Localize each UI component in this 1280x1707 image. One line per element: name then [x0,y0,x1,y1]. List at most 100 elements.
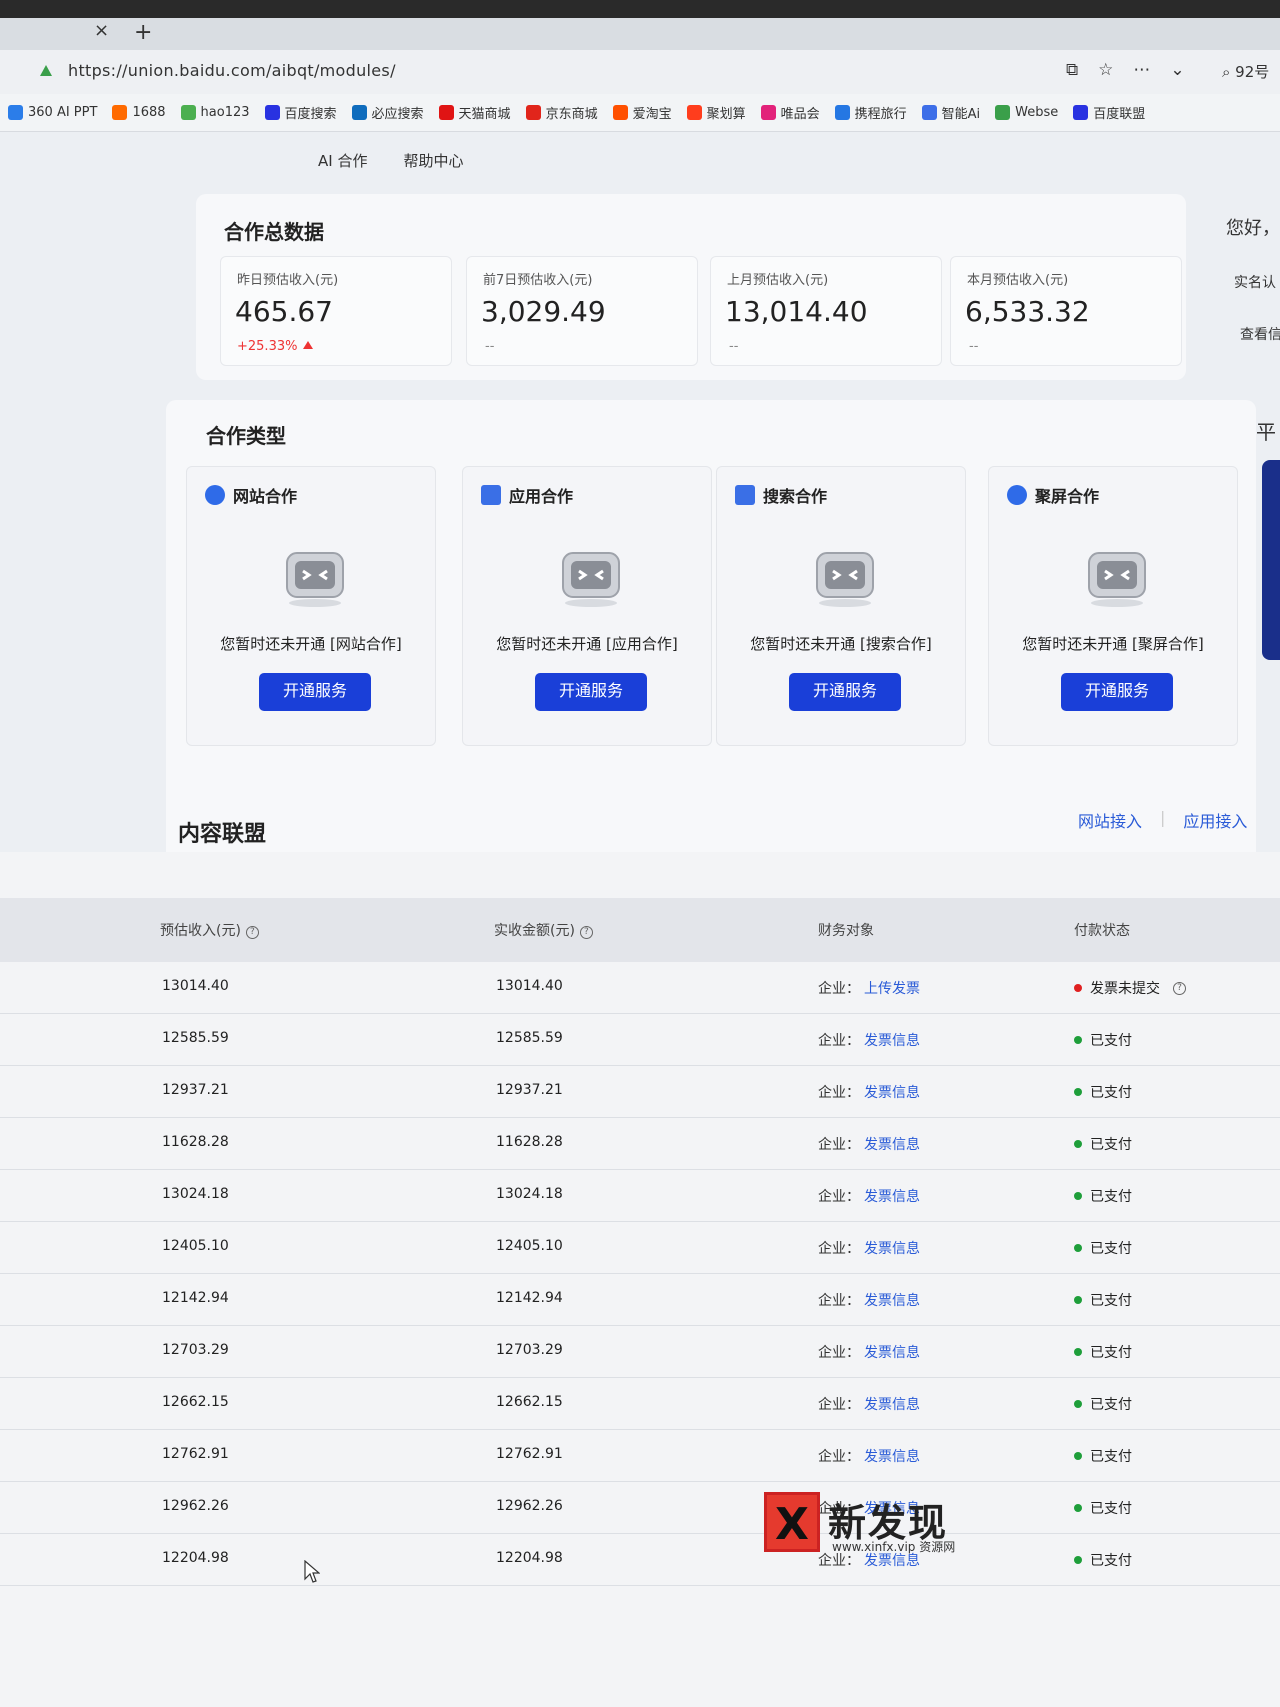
bookmark-item[interactable]: 聚划算 [686,103,746,122]
bookmark-icon [921,105,937,120]
table-header: 预估收入(元)? 实收金额(元)? 财务对象 付款状态 [0,898,1280,962]
new-tab-icon[interactable]: + [134,20,152,45]
watermark-logo: X [764,1492,820,1552]
chevron-down-icon[interactable]: ⌄ [1170,60,1184,80]
more-icon[interactable]: ⋯ [1133,60,1150,80]
coop-name: 搜索合作 [763,487,828,506]
invoice-link[interactable]: 发票信息 [864,1189,920,1205]
payment-status: 已支付 [1074,1134,1132,1154]
bookmark-icon [180,105,196,120]
bookmark-item[interactable]: Webse [995,105,1058,120]
bookmark-item[interactable]: 百度搜索 [264,103,337,122]
coop-empty-message: 您暂时还未开通 [搜索合作] [750,635,932,653]
summary-title: 合作总数据 [224,220,324,244]
invoice-link[interactable]: 发票信息 [864,1397,920,1413]
bookmark-label: hao123 [200,105,250,120]
bookmark-item[interactable]: 京东商城 [525,103,598,122]
finance-target-cell: 企业： 发票信息 [818,1290,920,1310]
arrow-up-icon [303,341,314,349]
watermark-url: www.xinfx.vip 资源网 [832,1540,956,1554]
nav-ai[interactable]: AI 合作 [318,150,367,171]
bookmark-item[interactable]: 百度联盟 [1073,103,1145,122]
bookmark-item[interactable]: 360 AI PPT [8,105,97,120]
bookmark-label: 聚划算 [706,107,746,122]
status-dot-icon [1074,1140,1082,1148]
enterprise-label: 企业： [818,981,860,997]
actual-amount-cell: 12405.10 [496,1238,563,1254]
invoice-link[interactable]: 发票信息 [864,1241,920,1257]
real-name-link[interactable]: 实名认 [1234,272,1276,292]
coop-card-4: 聚屏合作 您暂时还未开通 [聚屏合作] 开通服务 [988,466,1238,746]
est-income-cell: 12762.91 [162,1446,229,1462]
payment-status: 已支付 [1074,1082,1132,1102]
bookmark-item[interactable]: hao123 [180,105,250,120]
invoice-link[interactable]: 发票信息 [864,1033,920,1049]
open-service-button[interactable]: 开通服务 [535,673,647,711]
stat-value: 6,533.32 [965,295,1090,328]
actual-amount-cell: 13024.18 [496,1186,563,1202]
bookmark-label: 携程旅行 [854,107,907,122]
help-icon[interactable]: ? [579,926,593,939]
open-service-button[interactable]: 开通服务 [789,673,901,711]
bookmark-item[interactable]: 智能Ai [921,103,980,122]
view-info-link[interactable]: 查看信 [1240,324,1280,344]
bookmarks-bar: 360 AI PPT 1688 hao123 百度搜索 必应搜索 天猫商城 京东商城 爱淘宝 聚… [0,94,1280,132]
finance-target-cell: 企业： 发票信息 [818,1030,920,1050]
bookmark-item[interactable]: 必应搜索 [351,103,424,122]
header-fin: 财务对象 [818,923,874,939]
table-row: 12405.10 12405.10 企业： 发票信息 已支付 [0,1222,1280,1274]
reader-icon[interactable]: ⧉ [1066,60,1078,80]
nav-help[interactable]: 帮助中心 [403,150,463,171]
bookmark-icon [1073,105,1089,120]
side-banner[interactable] [1262,460,1280,660]
status-dot-icon [1074,1452,1082,1460]
platform-label: 平 [1256,420,1276,444]
lock-icon [40,65,52,76]
open-service-button[interactable]: 开通服务 [1061,673,1173,711]
address-bar[interactable]: https://union.baidu.com/aibqt/modules/ ⧉… [0,50,1280,94]
stat-card: 上月预估收入(元) 13,014.40 -- [710,256,942,366]
coop-card-2: 应用合作 您暂时还未开通 [应用合作] 开通服务 [462,466,712,746]
close-tab-icon[interactable]: × [94,20,109,41]
est-income-cell: 13024.18 [162,1186,229,1202]
stat-change: -- [485,339,495,354]
actual-amount-cell: 12703.29 [496,1342,563,1358]
finance-target-cell: 企业： 发票信息 [818,1394,920,1414]
bookmark-label: 爱淘宝 [632,107,672,122]
help-icon[interactable]: ? [1173,981,1186,995]
est-income-cell: 12962.26 [162,1498,229,1514]
invoice-link[interactable]: 上传发票 [864,981,920,997]
bookmark-label: 1688 [132,105,166,120]
help-icon[interactable]: ? [245,926,259,939]
actual-amount-cell: 12662.15 [496,1394,563,1410]
search-box[interactable]: ⌕ 92号 [1222,61,1269,82]
stat-change: +25.33% [237,339,314,354]
url-text[interactable]: https://union.baidu.com/aibqt/modules/ [68,61,396,80]
invoice-link[interactable]: 发票信息 [864,1293,920,1309]
table-row: 12142.94 12142.94 企业： 发票信息 已支付 [0,1274,1280,1326]
invoice-link[interactable]: 发票信息 [864,1085,920,1101]
actual-amount-cell: 13014.40 [496,978,563,994]
table-row: 13024.18 13024.18 企业： 发票信息 已支付 [0,1170,1280,1222]
bookmark-item[interactable]: 1688 [112,105,166,120]
bookmark-item[interactable]: 携程旅行 [834,103,907,122]
bookmark-item[interactable]: 爱淘宝 [612,103,672,122]
bookmark-item[interactable]: 天猫商城 [438,103,511,122]
invoice-link[interactable]: 发票信息 [864,1345,920,1361]
star-icon[interactable]: ☆ [1098,60,1113,80]
open-service-button[interactable]: 开通服务 [259,673,371,711]
invoice-link[interactable]: 发票信息 [864,1137,920,1153]
app-access-link[interactable]: 应用接入 [1183,808,1247,832]
payment-status: 已支付 [1074,1446,1132,1466]
screen-icon [1007,485,1027,505]
finance-target-cell: 企业： 发票信息 [818,1238,920,1258]
bookmark-item[interactable]: 唯品会 [760,103,820,122]
site-access-link[interactable]: 网站接入 [1078,808,1142,832]
header-act: 实收金额(元)? [494,920,593,940]
payment-status: 已支付 [1074,1498,1132,1518]
status-text: 已支付 [1090,1293,1132,1309]
bookmark-label: 京东商城 [545,107,598,122]
invoice-link[interactable]: 发票信息 [864,1449,920,1465]
actual-amount-cell: 12962.26 [496,1498,563,1514]
watermark: X 新发现 www.xinfx.vip 资源网 [764,1492,996,1556]
